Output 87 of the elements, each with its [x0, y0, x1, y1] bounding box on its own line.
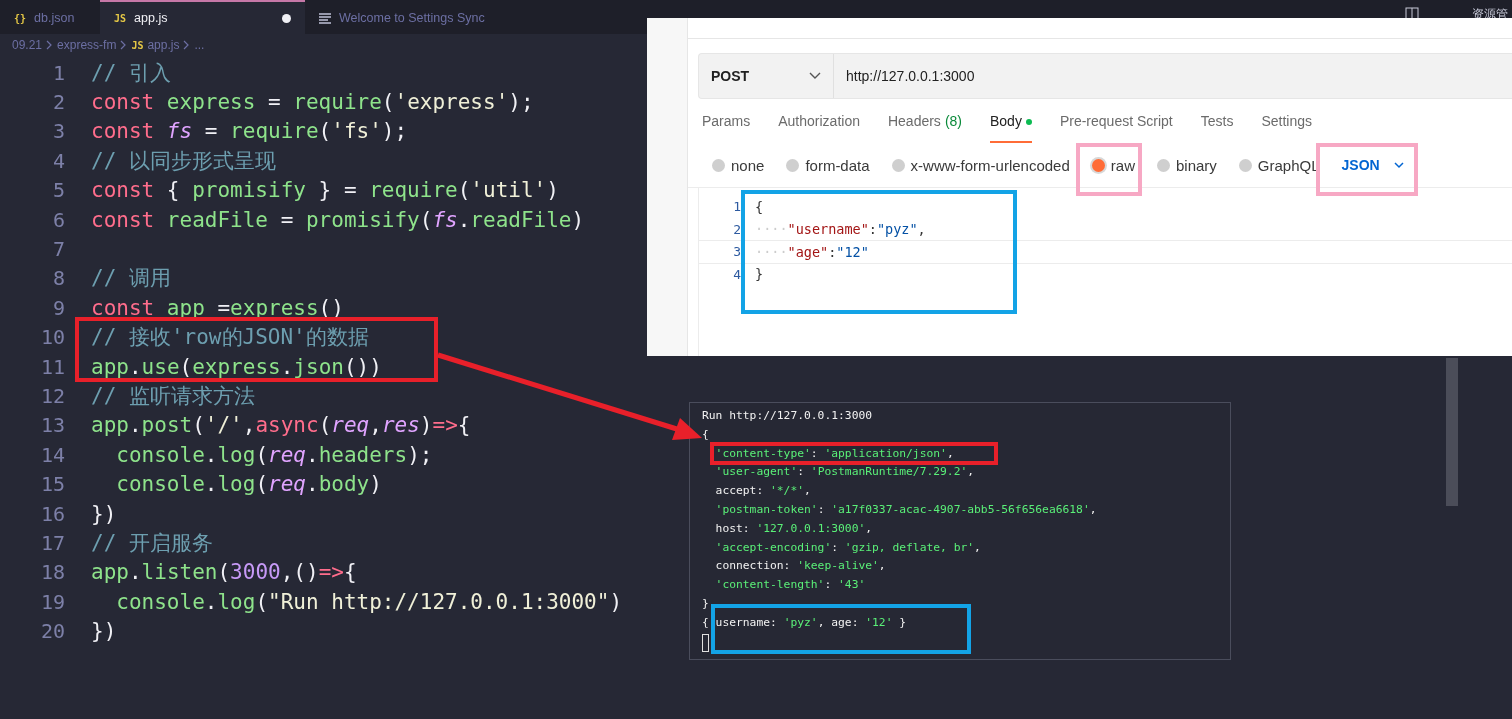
code-line: } [755, 266, 764, 283]
line-number: 7 [51, 237, 66, 262]
line-number: 20 [39, 619, 66, 644]
code-line: }) [91, 619, 117, 644]
body-type-radio[interactable]: binary [1156, 156, 1217, 174]
line-number: 18 [39, 560, 66, 585]
terminal-line: connection: 'keep-alive', [714, 558, 887, 575]
code-line: console.log("Run http://127.0.0.1:3000") [115, 589, 623, 614]
terminal-line: host: '127.0.0.1:3000', [714, 520, 874, 537]
chevron-icon [120, 40, 128, 50]
line-number: 19 [39, 589, 66, 614]
terminal-line: 'content-type': 'application/json', [714, 445, 955, 462]
line-number: 4 [732, 266, 742, 282]
line-number: 6 [51, 207, 66, 232]
body-type-radio[interactable]: GraphQL [1238, 156, 1320, 174]
line-number: 12 [39, 384, 66, 408]
editor-tab[interactable]: JS app.js [100, 0, 305, 34]
request-tab[interactable]: Settings [1261, 113, 1313, 143]
code-line: // 调用 [91, 265, 171, 293]
tab-label: db.json [34, 11, 75, 25]
code-line: console.log(req.headers); [115, 442, 433, 467]
tab-label: app.js [134, 11, 168, 25]
terminal-line: 'user-agent': 'PostmanRuntime/7.29.2', [714, 464, 976, 481]
code-line: const express = require('express'); [91, 90, 534, 115]
line-number: 15 [39, 472, 66, 497]
code-line: // 引入 [91, 59, 171, 87]
code-line: const fs = require('fs'); [91, 119, 408, 144]
chevron-icon [183, 40, 191, 50]
terminal-line: { [702, 426, 710, 443]
line-number: 16 [39, 501, 66, 526]
request-tab[interactable]: Pre-request Script [1059, 113, 1173, 143]
format-dropdown[interactable]: JSON [1341, 157, 1404, 173]
code-line: const { promisify } = require('util') [91, 178, 559, 203]
line-number: 1 [732, 199, 742, 215]
document-icon [319, 12, 331, 24]
code-line: // 接收'row的JSON'的数据 [91, 324, 369, 352]
code-line: app.post('/',async(req,res)=>{ [91, 413, 471, 438]
scrollbar[interactable] [1446, 358, 1458, 506]
file-type-icon: JS [114, 12, 127, 24]
code-line: // 开启服务 [91, 529, 213, 557]
terminal-line: 'content-length': '43' [714, 577, 867, 594]
code-line: app.use(express.json()) [91, 354, 382, 379]
terminal-line: { username: 'pyz', age: '12' } [702, 614, 908, 631]
terminal-line: } [702, 595, 710, 612]
line-number: 4 [51, 148, 66, 173]
code-line: app.listen(3000,()=>{ [91, 560, 357, 585]
code-line: }) [91, 501, 117, 526]
body-type-radio[interactable]: none [712, 156, 765, 174]
terminal-line: 'postman-token': 'a17f0337-acac-4907-abb5-56f656ea6618', [714, 502, 1098, 518]
file-type-icon: {} [14, 12, 27, 24]
request-tab[interactable]: Tests [1200, 113, 1234, 143]
body-type-radio[interactable]: x-www-form-urlencoded [891, 156, 1070, 174]
request-tab[interactable]: Params [702, 113, 751, 143]
line-number: 8 [51, 266, 66, 291]
line-number: 17 [39, 530, 66, 555]
chevron-icon [46, 40, 54, 50]
body-type-radio[interactable]: raw [1091, 156, 1135, 174]
line-number: 10 [39, 325, 66, 350]
line-number: 1 [51, 60, 66, 85]
terminal-line: Run http://127.0.0.1:3000 [702, 408, 874, 424]
tab-label: Welcome to Settings Sync [339, 11, 485, 25]
code-line: ····"age":"12" [755, 243, 869, 260]
request-tab[interactable]: Headers (8) [887, 113, 962, 143]
chevron-icon [1393, 161, 1404, 169]
line-number: 3 [732, 244, 742, 260]
line-number: 2 [732, 221, 742, 237]
terminal-cursor [702, 633, 709, 652]
request-tab[interactable]: Authorization [778, 113, 860, 143]
body-type-radio[interactable]: form-data [786, 156, 870, 174]
line-number: 11 [39, 354, 66, 379]
code-line: { [755, 198, 764, 215]
code-line: console.log(req.body) [115, 472, 382, 497]
line-number: 14 [39, 442, 66, 467]
file-type-icon: JS [131, 39, 144, 51]
code-line: const readFile = promisify(fs.readFile) [91, 207, 585, 232]
line-number: 5 [51, 178, 66, 203]
line-number: 2 [51, 90, 66, 115]
terminal-line: accept: '*/*', [714, 483, 812, 500]
code-line: const app =express() [91, 295, 344, 320]
line-number: 3 [51, 119, 66, 144]
request-tab[interactable]: Body [990, 113, 1032, 143]
terminal-line: 'accept-encoding': 'gzip, deflate, br', [714, 539, 982, 556]
line-number: 13 [39, 413, 66, 438]
code-line: // 监听请求方法 [91, 383, 255, 410]
code-line: // 以同步形式呈现 [91, 147, 276, 175]
line-number: 9 [51, 295, 66, 320]
code-line: ····"username":"pyz", [755, 221, 926, 238]
